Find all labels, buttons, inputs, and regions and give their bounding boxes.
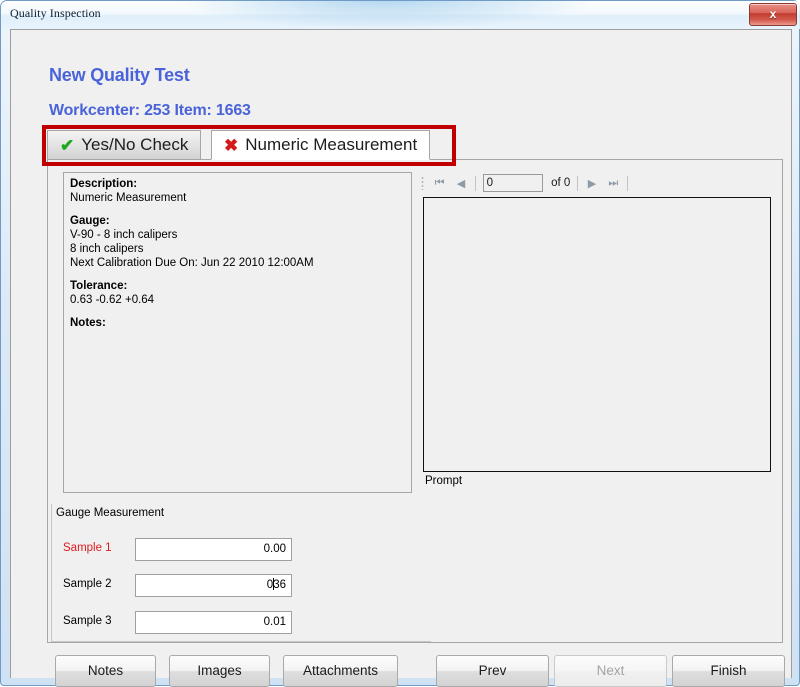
gauge-measurement-label: Gauge Measurement <box>56 507 165 519</box>
gauge-line-2: 8 inch calipers <box>70 243 144 255</box>
sample-3-label: Sample 3 <box>63 615 112 627</box>
window-titlebar[interactable]: Quality Inspection x <box>1 1 800 29</box>
tab-strip: ✔ Yes/No Check ✖ Numeric Measurement <box>47 130 783 160</box>
tolerance-heading: Tolerance: <box>70 280 128 292</box>
description-box: Description: Numeric Measurement Gauge: … <box>63 172 412 493</box>
tab-yes-no-check[interactable]: ✔ Yes/No Check <box>47 130 202 160</box>
notes-button[interactable]: Notes <box>55 655 156 687</box>
prompt-box[interactable] <box>423 197 771 472</box>
first-record-icon[interactable]: ⏮ <box>429 173 450 193</box>
finish-button[interactable]: Finish <box>672 655 785 687</box>
last-record-icon[interactable]: ⏭ <box>603 173 624 193</box>
divider <box>627 175 628 191</box>
tab-yes-no-check-label: Yes/No Check <box>81 135 189 154</box>
check-icon: ✔ <box>60 135 75 155</box>
tab-numeric-measurement-label: Numeric Measurement <box>245 135 418 154</box>
close-button[interactable]: x <box>749 3 797 26</box>
sample-1-input[interactable]: 0.00 <box>135 538 292 561</box>
client-area: New Quality Test Workcenter: 253 Item: 1… <box>10 29 792 687</box>
sample-2-label: Sample 2 <box>63 578 112 590</box>
cross-icon: ✖ <box>224 135 239 155</box>
next-record-icon[interactable]: ▶ <box>581 173 602 193</box>
record-number-input[interactable]: 0 <box>482 174 544 192</box>
sample-1-label: Sample 1 <box>63 542 112 554</box>
attachments-button[interactable]: Attachments <box>283 655 398 687</box>
sample-2-value-after: 36 <box>273 579 286 591</box>
description-value: Numeric Measurement <box>70 192 187 204</box>
quality-inspection-window: Quality Inspection x New Quality Test Wo… <box>0 0 800 687</box>
divider <box>474 175 476 191</box>
window-title: Quality Inspection <box>10 6 101 20</box>
page-subtitle: Workcenter: 253 Item: 1663 <box>49 102 251 119</box>
record-count-label: of 0 <box>551 177 571 189</box>
titlebar-glow <box>171 1 601 29</box>
toolbar-grip <box>421 176 424 190</box>
sample-3-input[interactable]: 0.01 <box>135 611 292 634</box>
divider <box>577 175 579 191</box>
gauge-heading: Gauge: <box>70 215 110 227</box>
record-navigator: ⏮ ◀ 0 of 0 ▶ ⏭ <box>421 171 631 195</box>
prompt-label: Prompt <box>425 475 463 487</box>
description-heading: Description: <box>70 178 138 190</box>
previous-record-icon[interactable]: ◀ <box>450 173 471 193</box>
images-button[interactable]: Images <box>169 655 270 687</box>
tolerance-value: 0.63 -0.62 +0.64 <box>70 294 155 306</box>
sample-2-input[interactable]: 036 <box>135 574 292 597</box>
prev-button[interactable]: Prev <box>436 655 549 687</box>
tab-numeric-measurement[interactable]: ✖ Numeric Measurement <box>211 130 431 160</box>
notes-heading: Notes: <box>70 317 106 329</box>
page-title: New Quality Test <box>49 65 190 85</box>
gauge-calibration-due: Next Calibration Due On: Jun 22 2010 12:… <box>70 257 314 269</box>
gauge-line-1: V-90 - 8 inch calipers <box>70 229 178 241</box>
next-button: Next <box>554 655 667 687</box>
